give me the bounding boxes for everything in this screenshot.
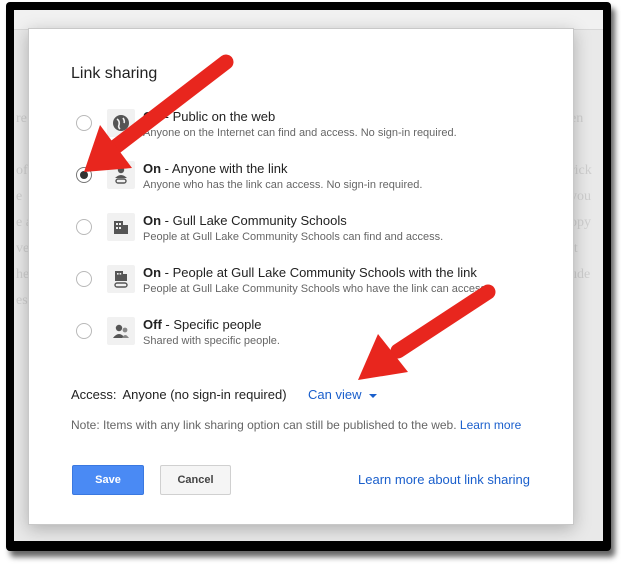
- option-subtitle: Anyone on the Internet can find and acce…: [143, 127, 457, 139]
- document-ruler: [14, 10, 603, 30]
- option-state: Off: [143, 317, 162, 332]
- access-row: Access: Anyone (no sign-in required): [71, 387, 287, 402]
- option-title: On - Anyone with the link: [143, 161, 288, 176]
- learn-more-link[interactable]: Learn more: [460, 418, 521, 432]
- option-subtitle: People at Gull Lake Community Schools wh…: [143, 283, 490, 295]
- option-gull-lake-with-link[interactable]: On - People at Gull Lake Community Schoo…: [75, 265, 555, 309]
- option-description: - Public on the web: [161, 109, 276, 124]
- option-title: On - People at Gull Lake Community Schoo…: [143, 265, 477, 280]
- cancel-button[interactable]: Cancel: [160, 465, 231, 495]
- option-state: On: [143, 213, 162, 228]
- access-label: Access:: [71, 387, 117, 402]
- option-title: On - Public on the web: [143, 109, 275, 124]
- option-state: On: [143, 161, 162, 176]
- option-specific-people[interactable]: Off - Specific people Shared with specif…: [75, 317, 555, 361]
- option-state: On: [143, 265, 162, 280]
- option-gull-lake[interactable]: On - Gull Lake Community Schools People …: [75, 213, 555, 257]
- option-title: Off - Specific people: [143, 317, 262, 332]
- learn-more-link-sharing[interactable]: Learn more about link sharing: [358, 472, 530, 487]
- radio-anyone-with-link[interactable]: [76, 167, 92, 183]
- caret-down-icon: [369, 393, 378, 398]
- option-title: On - Gull Lake Community Schools: [143, 213, 347, 228]
- building-link-icon: [107, 265, 135, 293]
- globe-icon: [107, 109, 135, 137]
- building-icon: [107, 213, 135, 241]
- access-value: Anyone (no sign-in required): [122, 387, 287, 402]
- person-link-icon: [107, 161, 135, 189]
- option-state: On: [143, 109, 162, 124]
- note-text: Note: Items with any link sharing option…: [71, 418, 457, 432]
- radio-gull-lake-with-link[interactable]: [76, 271, 92, 287]
- publish-note: Note: Items with any link sharing option…: [71, 418, 521, 432]
- option-subtitle: People at Gull Lake Community Schools ca…: [143, 231, 444, 243]
- people-icon: [107, 317, 135, 345]
- option-public-on-web[interactable]: On - Public on the web Anyone on the Int…: [75, 109, 555, 153]
- option-description: - Anyone with the link: [161, 161, 288, 176]
- link-sharing-dialog: Link sharing On - Public on the web Anyo…: [28, 28, 574, 525]
- option-description: - People at Gull Lake Community Schools …: [161, 265, 477, 280]
- radio-specific-people[interactable]: [76, 323, 92, 339]
- dialog-title: Link sharing: [71, 65, 158, 82]
- option-description: - Gull Lake Community Schools: [161, 213, 347, 228]
- radio-gull-lake[interactable]: [76, 219, 92, 235]
- option-subtitle: Shared with specific people.: [143, 335, 280, 347]
- permission-value: Can view: [308, 387, 362, 402]
- option-subtitle: Anyone who has the link can access. No s…: [143, 179, 423, 191]
- save-button[interactable]: Save: [72, 465, 144, 495]
- option-anyone-with-link[interactable]: On - Anyone with the link Anyone who has…: [75, 161, 555, 205]
- option-description: - Specific people: [161, 317, 262, 332]
- permission-dropdown[interactable]: Can view: [308, 387, 378, 402]
- radio-public-on-web[interactable]: [76, 115, 92, 131]
